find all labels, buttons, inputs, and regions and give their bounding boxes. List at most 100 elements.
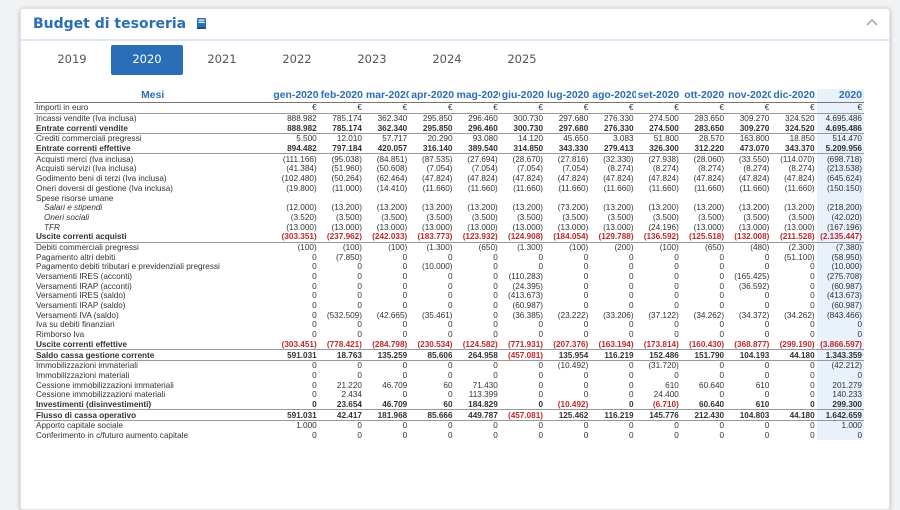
table-cell: (32.330) — [603, 154, 634, 164]
row-label: Iva su debiti finanziari — [36, 320, 115, 330]
table-cell: 0 — [674, 281, 679, 291]
table-cell: 264.958 — [454, 349, 500, 361]
table-cell: (8.274) — [652, 164, 679, 174]
table-cell: (13.000) — [738, 222, 770, 232]
table-cell: 296.460 — [454, 123, 500, 135]
table-cell — [409, 193, 454, 203]
table-cell: (111.166) — [282, 154, 317, 164]
table-cell: (11.660) — [467, 183, 498, 193]
row-label: Rimborso Iva — [36, 330, 85, 340]
table-cell: 152.486 — [635, 349, 681, 361]
table-cell: (36.592) — [738, 281, 770, 291]
table-cell: (36.385) — [512, 310, 544, 320]
table-cell: 0 — [816, 329, 864, 340]
table-cell: 0 — [583, 281, 589, 291]
table-cell: 610 — [726, 399, 772, 411]
table-cell: 201.279 — [816, 380, 864, 390]
table-cell: 389.540 — [454, 143, 500, 155]
table-cell: 0 — [810, 262, 815, 272]
table-cell: (102.480) — [281, 174, 317, 184]
column-header: nov-2020 — [726, 89, 772, 103]
table-cell: 0 — [764, 390, 770, 400]
table-cell: (110.283) — [508, 272, 544, 282]
table-cell: 12.010 — [336, 134, 362, 144]
table-cell: 295.850 — [409, 123, 455, 135]
table-cell: 0 — [674, 421, 679, 431]
table-cell: 0 — [764, 301, 770, 311]
table-cell: 473.070 — [726, 143, 772, 155]
page-title: Budget di tesoreria — [33, 16, 187, 32]
table-cell: € — [726, 102, 772, 114]
tab-2020[interactable]: 2020 — [111, 45, 183, 75]
column-header: giu-2020 — [499, 89, 546, 103]
table-cell: (12.000) — [286, 203, 317, 213]
table-cell: (13.000) — [376, 222, 408, 232]
table-cell: (167.196) — [816, 222, 864, 232]
table-cell: 0 — [493, 421, 498, 431]
table-cell: 51.800 — [653, 134, 679, 144]
table-cell: (125.518) — [680, 231, 727, 243]
table-cell: 0 — [357, 320, 362, 330]
chevron-up-icon[interactable] — [865, 17, 879, 29]
table-cell: (413.673) — [816, 291, 864, 301]
tab-2023[interactable]: 2023 — [336, 45, 408, 75]
table-cell: 145.776 — [635, 409, 681, 421]
table-cell: (23.222) — [557, 310, 589, 320]
table-cell: (11.660) — [513, 183, 544, 193]
table-cell: 0 — [447, 421, 453, 431]
table-cell: 0 — [312, 330, 317, 340]
column-header: set-2020 — [635, 89, 681, 103]
table-row: Entrate correnti effettive 894.482 797.184… — [34, 143, 864, 155]
table-cell: (24.395) — [512, 281, 544, 291]
table-cell: (303.451) — [271, 339, 319, 351]
table-row: Immobilizzazioni materiali 0 0 0 0 0 0 0 0 0 0 0 0 0 — [34, 370, 864, 381]
table-cell: (13.200) — [422, 203, 453, 213]
table-cell: (41.384) — [286, 164, 317, 174]
row-label: Salari e stipendi — [44, 203, 103, 213]
table-cell: (368.877) — [726, 339, 772, 351]
table-cell: 785.174 — [332, 114, 362, 124]
table-cell: 0 — [447, 370, 453, 380]
table-cell: (84.851) — [376, 154, 408, 164]
table-cell: 0 — [499, 399, 546, 411]
table-cell — [500, 193, 545, 203]
table-cell: 0 — [674, 330, 679, 340]
tab-2019[interactable]: 2019 — [36, 45, 108, 75]
table-cell — [636, 193, 681, 203]
table-cell: 0 — [312, 431, 317, 441]
table-cell: 0 — [810, 330, 815, 340]
column-header: ago-2020 — [590, 89, 636, 103]
table-row: Crediti commerciali pregressi 5.500 12.010… — [34, 133, 864, 144]
tab-2022[interactable]: 2022 — [261, 45, 333, 75]
tab-2021[interactable]: 2021 — [186, 45, 258, 75]
tab-2024[interactable]: 2024 — [411, 45, 483, 75]
table-cell: (457.081) — [499, 409, 546, 421]
table-cell — [771, 193, 816, 203]
table-cell: (27.938) — [648, 154, 679, 164]
table-cell: 0 — [402, 262, 408, 272]
table-cell: (7.054) — [562, 164, 589, 174]
table-cell: (2.135.447) — [816, 231, 864, 243]
table-cell: 888.982 — [271, 123, 319, 135]
table-cell: (7.054) — [471, 164, 498, 174]
tab-2025[interactable]: 2025 — [486, 45, 558, 75]
table-cell: 0 — [764, 330, 770, 340]
table-cell: (3.500) — [426, 212, 453, 222]
table-cell: 0 — [538, 380, 544, 390]
table-cell: 0 — [538, 262, 544, 272]
table-cell: 0 — [583, 262, 589, 272]
table-cell: (165.425) — [734, 272, 770, 282]
table-cell: 0 — [810, 301, 815, 311]
table-cell: (299.190) — [771, 339, 817, 351]
table-row: Oneri doversi di gestione (Iva inclusa) (… — [34, 183, 864, 194]
table-cell: 0 — [810, 380, 815, 390]
table-cell: 0 — [538, 361, 544, 371]
table-cell: 0 — [357, 330, 362, 340]
table-cell: (13.000) — [331, 222, 362, 232]
table-cell: 0 — [357, 370, 362, 380]
table-cell — [455, 193, 500, 203]
table-cell: (129.788) — [590, 231, 636, 243]
table-cell: (3.500) — [336, 212, 362, 222]
table-cell: 0 — [493, 252, 498, 262]
table-cell: 0 — [816, 430, 864, 441]
